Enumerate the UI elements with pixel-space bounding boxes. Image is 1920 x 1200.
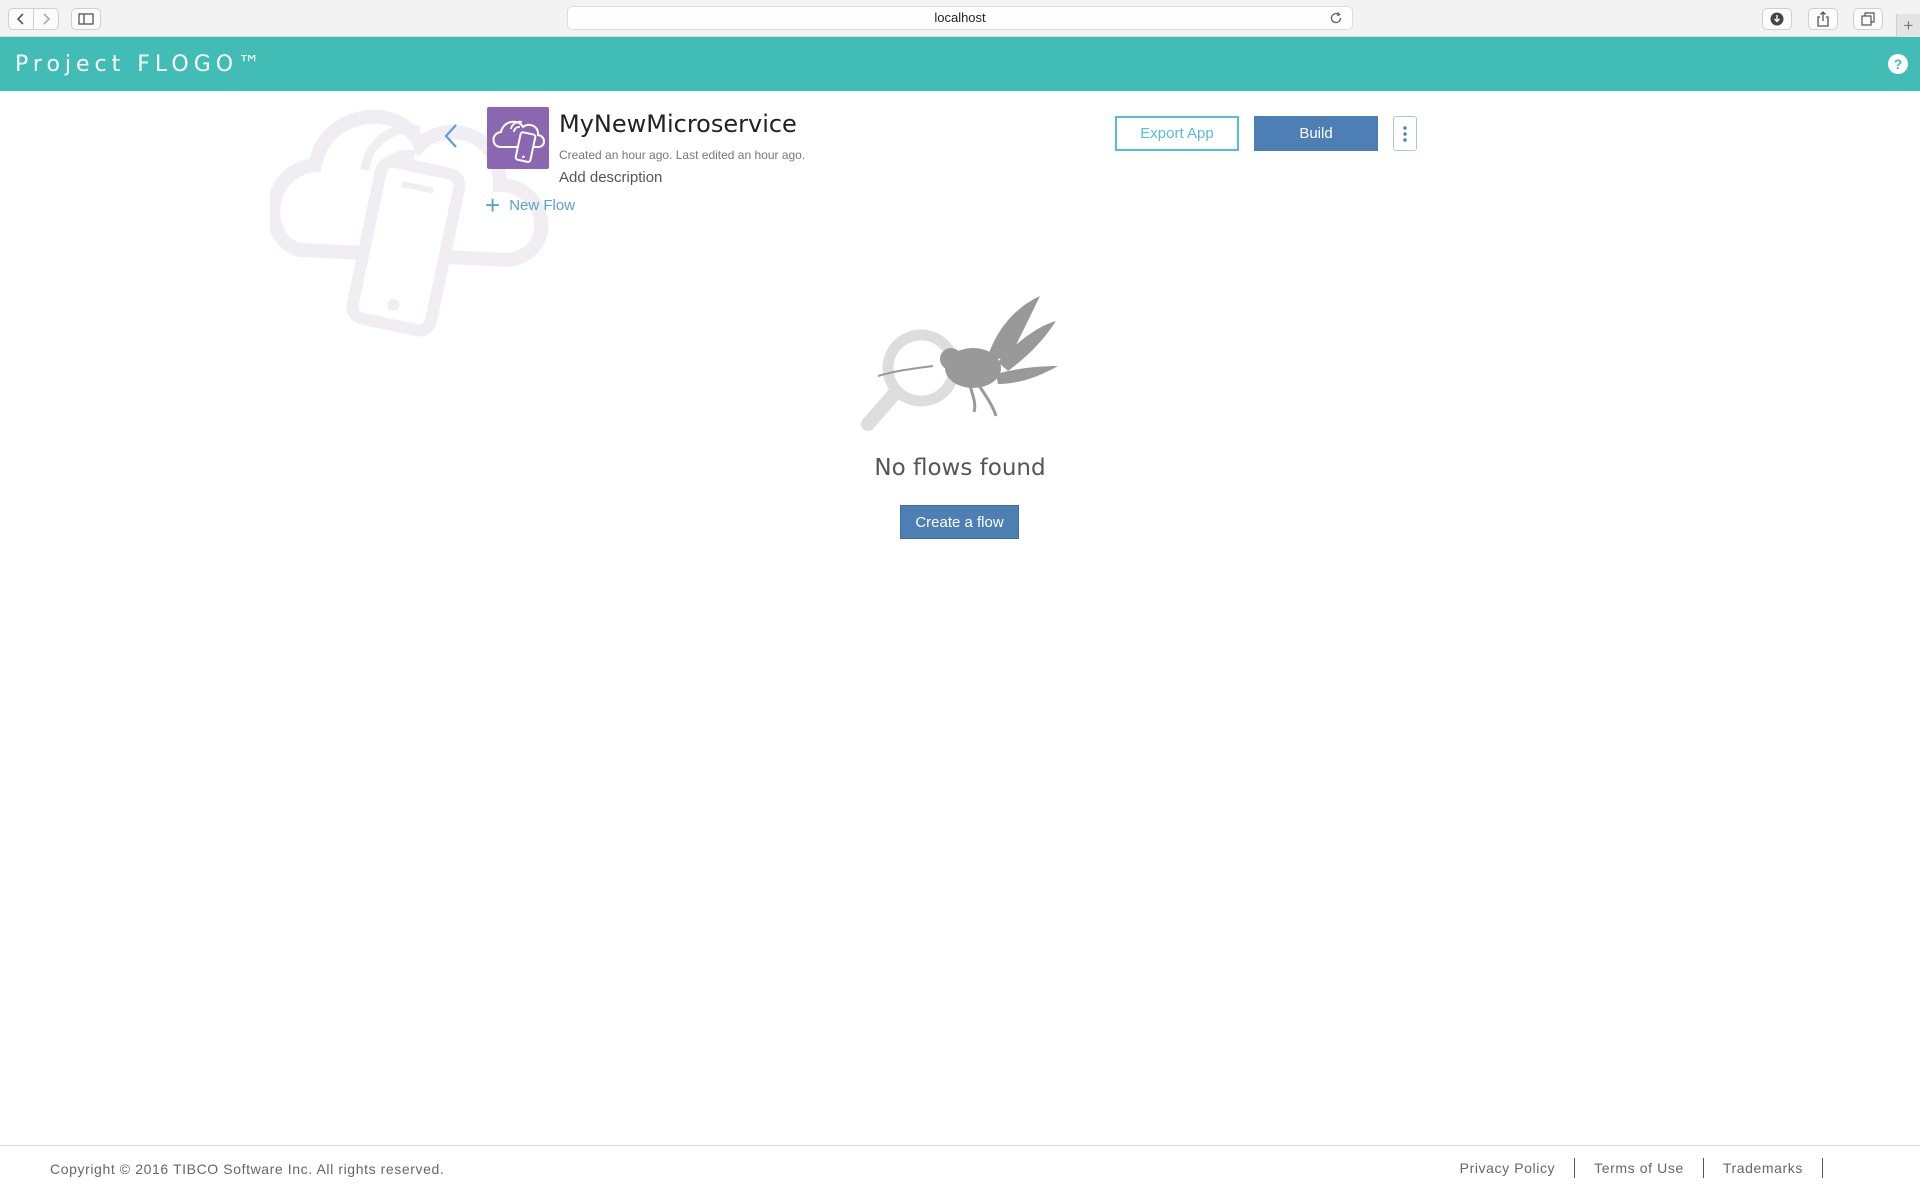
chevron-left-icon	[16, 13, 24, 25]
app-title[interactable]: MyNewMicroservice	[559, 110, 797, 138]
downloads-button[interactable]	[1762, 8, 1792, 30]
terms-of-use-link[interactable]: Terms of Use	[1575, 1158, 1704, 1178]
sidebar-icon	[78, 13, 94, 25]
back-arrow-icon[interactable]	[438, 122, 466, 150]
vertical-ellipsis-icon	[1403, 125, 1407, 142]
help-icon: ?	[1893, 56, 1903, 72]
add-description-field[interactable]: Add description	[559, 169, 662, 186]
export-app-button[interactable]: Export App	[1115, 116, 1239, 151]
new-tab-button[interactable]: +	[1896, 14, 1920, 37]
share-button[interactable]	[1808, 8, 1838, 30]
browser-toolbar: localhost +	[0, 0, 1920, 37]
copyright-text: Copyright © 2016 TIBCO Software Inc. All…	[50, 1161, 445, 1177]
new-flow-label: New Flow	[509, 196, 576, 214]
hummingbird-magnifier-icon	[861, 296, 1058, 431]
tabs-overview-button[interactable]	[1853, 8, 1883, 30]
create-flow-button[interactable]: Create a flow	[900, 505, 1019, 539]
footer-links: Privacy Policy Terms of Use Trademarks	[1441, 1158, 1823, 1178]
address-bar[interactable]: localhost	[567, 6, 1353, 30]
cloud-phone-icon	[492, 120, 545, 163]
reload-icon[interactable]	[1328, 10, 1344, 26]
share-icon	[1817, 11, 1829, 27]
empty-state-message: No flows found	[874, 455, 1046, 481]
trademarks-link[interactable]: Trademarks	[1704, 1158, 1823, 1178]
more-options-button[interactable]	[1393, 116, 1417, 151]
app-header: Project FLOGO™ ?	[0, 37, 1920, 91]
footer: Copyright © 2016 TIBCO Software Inc. All…	[0, 1145, 1920, 1200]
new-flow-link[interactable]: + New Flow	[485, 190, 576, 220]
app-timestamps: Created an hour ago. Last edited an hour…	[559, 148, 806, 162]
privacy-policy-link[interactable]: Privacy Policy	[1441, 1158, 1576, 1178]
help-button[interactable]: ?	[1888, 54, 1908, 74]
plus-icon: +	[1903, 15, 1914, 35]
address-text: localhost	[934, 10, 986, 25]
build-button[interactable]: Build	[1254, 116, 1378, 151]
chevron-right-icon	[43, 13, 51, 25]
browser-sidebar-button[interactable]	[71, 8, 101, 30]
tabs-icon	[1861, 12, 1875, 26]
app-icon	[487, 107, 549, 169]
download-icon	[1770, 12, 1784, 26]
brand-logo[interactable]: Project FLOGO™	[15, 52, 265, 77]
browser-forward-button[interactable]	[33, 8, 59, 30]
browser-back-button[interactable]	[8, 8, 34, 30]
plus-icon: +	[485, 190, 501, 220]
